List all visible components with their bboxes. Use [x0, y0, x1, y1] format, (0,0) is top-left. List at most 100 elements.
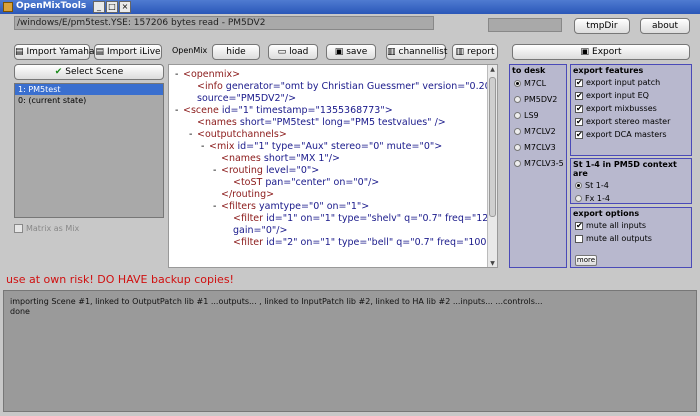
st-context-title: St 1-4 in PM5D context are: [573, 160, 677, 178]
export-option-checkbox[interactable]: mute all outputs: [571, 232, 691, 245]
channellist-button[interactable]: ▥ channellist: [386, 44, 447, 60]
xml-line: - <routing level="0">: [169, 165, 488, 177]
import-yamaha-label: Import Yamaha: [26, 47, 95, 57]
matrix-as-mix-checkbox[interactable]: Matrix as Mix: [14, 224, 79, 233]
xml-attributes: level="0">: [265, 165, 320, 176]
xml-scrollbar[interactable]: ▲ ▼: [487, 65, 497, 267]
xml-toggle[interactable]: -: [175, 105, 183, 117]
load-button[interactable]: ▭ load: [268, 44, 318, 60]
radio-icon: [514, 144, 521, 151]
desk-option-label: LS9: [524, 111, 539, 120]
xml-attributes: source="PM5DV2"/>: [197, 93, 297, 104]
report-button[interactable]: ▥ report: [452, 44, 498, 60]
import-ilive-button[interactable]: ▤ Import iLive: [94, 44, 162, 60]
checkmark-icon: ✔: [575, 77, 583, 87]
xml-toggle[interactable]: -: [201, 141, 209, 153]
scene-item[interactable]: 0: (current state): [15, 95, 163, 106]
desk-option-label: M7CLV2: [524, 127, 556, 136]
save-icon: ▣: [334, 47, 344, 57]
xml-tag: <toST: [233, 177, 266, 188]
xml-tag: <names: [221, 153, 264, 164]
checkmark-icon: ✔: [575, 116, 583, 126]
desk-option[interactable]: M7CLV3-5: [510, 156, 566, 172]
export-feature-checkbox[interactable]: ✔ export DCA masters: [571, 128, 691, 141]
xml-tag: <names: [197, 117, 240, 128]
xml-line: <filter id="1" on="1" type="shelv" q="0.…: [169, 213, 488, 225]
export-feature-label: export stereo master: [586, 117, 671, 126]
scene-item-selected[interactable]: 1: PM5test: [15, 84, 163, 95]
xml-toggle[interactable]: -: [175, 69, 183, 81]
log-output: importing Scene #1, linked to OutputPatc…: [3, 290, 697, 412]
st-context-option[interactable]: Fx 1-4: [571, 192, 691, 205]
xml-content: - <openmix> <info generator="omt by Chris…: [169, 65, 488, 267]
scroll-up-icon[interactable]: ▲: [488, 65, 497, 75]
export-option-checkbox[interactable]: ✔ mute all inputs: [571, 219, 691, 232]
scroll-down-icon[interactable]: ▼: [488, 259, 497, 267]
xml-toggle[interactable]: -: [189, 129, 197, 141]
maximize-button[interactable]: □: [106, 1, 118, 13]
window-title: OpenMixTools: [16, 1, 87, 11]
export-features-title: export features: [573, 66, 644, 75]
desk-option[interactable]: PM5DV2: [510, 92, 566, 108]
export-label: Export: [592, 47, 622, 57]
xml-attributes: id="1" type="Aux" stereo="0" mute="0">: [237, 141, 443, 152]
export-option-label: mute all inputs: [586, 221, 647, 230]
matrix-as-mix-label: Matrix as Mix: [26, 224, 80, 233]
st-context-label: St 1-4: [585, 181, 609, 190]
desk-option-label: PM5DV2: [524, 95, 558, 104]
xml-viewer[interactable]: - <openmix> <info generator="omt by Chris…: [168, 64, 498, 268]
xml-toggle[interactable]: -: [213, 201, 221, 213]
export-button[interactable]: ▣ Export: [512, 44, 690, 60]
xml-attributes: id="1" timestamp="1355368773">: [221, 105, 393, 116]
radio-icon: [514, 80, 521, 87]
xml-tag: <openmix>: [183, 69, 241, 80]
export-feature-label: export input patch: [586, 78, 661, 87]
xml-tag: <mix: [209, 141, 238, 152]
checkbox-box: [14, 224, 23, 233]
xml-attributes: id="2" on="1" type="bell" q="0.7" freq="…: [266, 237, 488, 248]
export-feature-checkbox[interactable]: ✔ export input patch: [571, 76, 691, 89]
xml-line: <filter id="2" on="1" type="bell" q="0.7…: [169, 237, 488, 249]
select-scene-button[interactable]: ✔ Select Scene: [14, 64, 164, 80]
checkmark-icon: ✔: [575, 129, 583, 139]
desk-option[interactable]: M7CL: [510, 76, 566, 92]
xml-line: gain="0"/>: [169, 225, 488, 237]
scroll-thumb[interactable]: [489, 77, 496, 217]
export-options-panel: export options ✔ mute all inputs mute all …: [570, 207, 692, 268]
about-button[interactable]: about: [640, 18, 690, 34]
more-button[interactable]: more: [575, 255, 597, 266]
export-feature-label: export mixbusses: [586, 104, 657, 113]
xml-line: - <mix id="1" type="Aux" stereo="0" mute=…: [169, 141, 488, 153]
import-icon: ▤: [95, 47, 104, 57]
report-label: report: [467, 47, 495, 57]
desk-option[interactable]: M7CLV3: [510, 140, 566, 156]
minimize-button[interactable]: _: [93, 1, 105, 13]
checkmark-icon: ✔: [575, 103, 583, 113]
save-icon: ▣: [580, 47, 590, 57]
warning-text: use at own risk! DO HAVE backup copies!: [6, 273, 234, 286]
checkmark-icon: [575, 234, 583, 243]
tmpdir-button[interactable]: tmpDir: [574, 18, 630, 34]
desk-option[interactable]: M7CLV2: [510, 124, 566, 140]
xml-tag: <filters: [221, 201, 260, 212]
save-button[interactable]: ▣ save: [326, 44, 376, 60]
xml-toggle[interactable]: -: [213, 165, 221, 177]
xml-line: - <outputchannels>: [169, 129, 488, 141]
hide-button[interactable]: hide: [212, 44, 260, 60]
log-line: done: [10, 307, 30, 316]
export-feature-checkbox[interactable]: ✔ export mixbusses: [571, 102, 691, 115]
scene-list[interactable]: 1: PM5test 0: (current state): [14, 83, 164, 218]
close-button[interactable]: ×: [119, 1, 131, 13]
import-yamaha-button[interactable]: ▤ Import Yamaha: [14, 44, 95, 60]
export-features-panel: export features ✔ export input patch ✔ expo…: [570, 64, 692, 156]
xml-line: </routing>: [169, 189, 488, 201]
xml-line: - <scene id="1" timestamp="1355368773">: [169, 105, 488, 117]
desk-option[interactable]: LS9: [510, 108, 566, 124]
export-option-label: mute all outputs: [586, 234, 652, 243]
st-context-option[interactable]: St 1-4: [571, 179, 691, 192]
export-feature-checkbox[interactable]: ✔ export input EQ: [571, 89, 691, 102]
title-bar: OpenMixTools _ □ ×: [0, 0, 700, 14]
export-feature-checkbox[interactable]: ✔ export stereo master: [571, 115, 691, 128]
st-context-label: Fx 1-4: [585, 194, 610, 203]
xml-line: <info generator="omt by Christian Guessm…: [169, 81, 488, 93]
